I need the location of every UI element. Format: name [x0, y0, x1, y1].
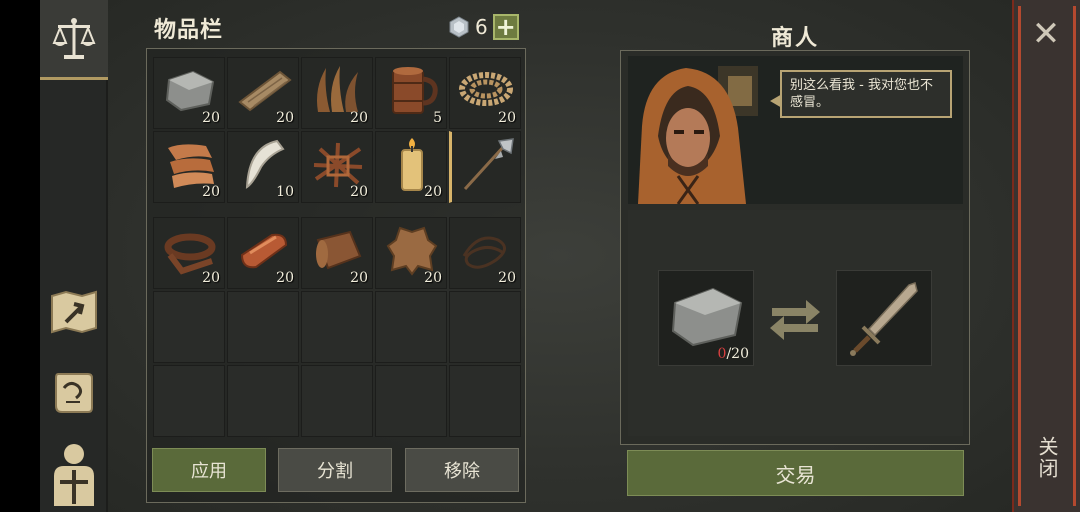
empty-slot[interactable]	[153, 365, 225, 437]
trade-button[interactable]: 交易	[627, 450, 964, 496]
item-quantity: 20	[276, 110, 294, 126]
character-icon	[54, 444, 94, 506]
inventory-panel: 20 20 20 5 20 20 10 20 20 20 20 20 20 20	[146, 48, 526, 503]
trade-receive-slot[interactable]	[836, 270, 932, 366]
inventory-slot[interactable]: 20	[449, 57, 521, 129]
need-count: /20	[726, 346, 749, 362]
item-quantity: 20	[202, 270, 220, 286]
gem-counter: 6 +	[448, 14, 519, 40]
empty-slot[interactable]	[227, 291, 299, 363]
map-icon	[51, 290, 97, 334]
empty-slot[interactable]	[449, 291, 521, 363]
scales-icon	[52, 17, 96, 59]
item-quantity: 20	[424, 184, 442, 200]
item-quantity: 20	[498, 110, 516, 126]
split-button[interactable]: 分割	[278, 448, 392, 492]
inventory-slot[interactable]: 20	[153, 57, 225, 129]
sword-icon	[850, 282, 918, 356]
empty-slot[interactable]	[375, 365, 447, 437]
thread-icon	[462, 236, 506, 269]
inventory-slot[interactable]: 20	[227, 217, 299, 289]
close-label[interactable]: 关闭	[1030, 436, 1062, 480]
trade-quantity: 0/20	[718, 346, 749, 362]
inventory-title: 物品栏	[154, 18, 224, 43]
inventory-slot[interactable]: 20	[301, 131, 373, 203]
plant-fiber-icon	[317, 66, 358, 112]
halberd-icon	[463, 138, 514, 191]
wooden-mug-icon	[392, 67, 438, 114]
stone-icon	[165, 70, 215, 112]
empty-slot[interactable]	[375, 291, 447, 363]
wood-plank-icon	[238, 70, 292, 112]
nav-trade-tab[interactable]	[40, 0, 108, 80]
inventory-slot[interactable]: 20	[449, 217, 521, 289]
item-quantity: 20	[276, 270, 294, 286]
inventory-grid-bottom: 20 20 20 20 20	[153, 217, 521, 437]
nav-character-button[interactable]	[40, 440, 108, 506]
empty-slot[interactable]	[301, 365, 373, 437]
nav-quest-button[interactable]	[40, 368, 108, 416]
item-quantity: 20	[424, 270, 442, 286]
inventory-slot[interactable]: 20	[375, 131, 447, 203]
screen-edge	[0, 0, 40, 512]
gem-count-value: 6	[475, 15, 488, 39]
leather-roll-icon	[316, 230, 362, 270]
leather-strap-icon	[164, 233, 216, 275]
apply-button[interactable]: 应用	[152, 448, 266, 492]
inventory-slot[interactable]: 5	[375, 57, 447, 129]
gem-icon	[449, 16, 469, 38]
empty-slot[interactable]	[227, 365, 299, 437]
inventory-grid-top: 20 20 20 5 20 20 10 20 20	[153, 57, 521, 203]
item-quantity: 5	[433, 110, 442, 126]
stone-icon	[671, 287, 743, 347]
item-quantity: 20	[498, 270, 516, 286]
empty-slot[interactable]	[301, 291, 373, 363]
inventory-slot[interactable]: 20	[153, 217, 225, 289]
inventory-slot-selected[interactable]	[449, 131, 521, 203]
inventory-slot[interactable]: 20	[301, 57, 373, 129]
remove-button[interactable]: 移除	[405, 448, 519, 492]
inventory-slot[interactable]: 10	[227, 131, 299, 203]
close-icon[interactable]: ✕	[1030, 17, 1062, 51]
cloth-icon	[168, 144, 214, 188]
merchant-title: 商人	[770, 26, 819, 51]
empty-slot[interactable]	[153, 291, 225, 363]
merchant-speech-bubble: 别这么看我 - 我对您也不感冒。	[770, 70, 952, 118]
twig-bundle-icon	[313, 142, 363, 188]
animal-hide-icon	[386, 226, 438, 276]
inventory-slot[interactable]: 20	[227, 57, 299, 129]
item-quantity: 20	[202, 110, 220, 126]
rope-coil-icon	[459, 72, 513, 106]
swap-arrows-icon	[770, 300, 820, 340]
add-gems-button[interactable]: +	[492, 14, 519, 40]
scroll-icon	[55, 373, 93, 413]
item-quantity: 10	[276, 184, 294, 200]
inventory-slot[interactable]: 20	[153, 131, 225, 203]
trade-give-slot[interactable]: 0/20	[658, 270, 754, 366]
item-quantity: 20	[350, 184, 368, 200]
item-quantity: 20	[350, 110, 368, 126]
empty-slot[interactable]	[449, 365, 521, 437]
copper-ingot-icon	[240, 233, 288, 269]
fang-icon	[245, 139, 285, 189]
item-quantity: 20	[350, 270, 368, 286]
nav-map-button[interactable]	[40, 288, 108, 336]
inventory-slot[interactable]: 20	[301, 217, 373, 289]
item-quantity: 20	[202, 184, 220, 200]
inventory-slot[interactable]: 20	[375, 217, 447, 289]
